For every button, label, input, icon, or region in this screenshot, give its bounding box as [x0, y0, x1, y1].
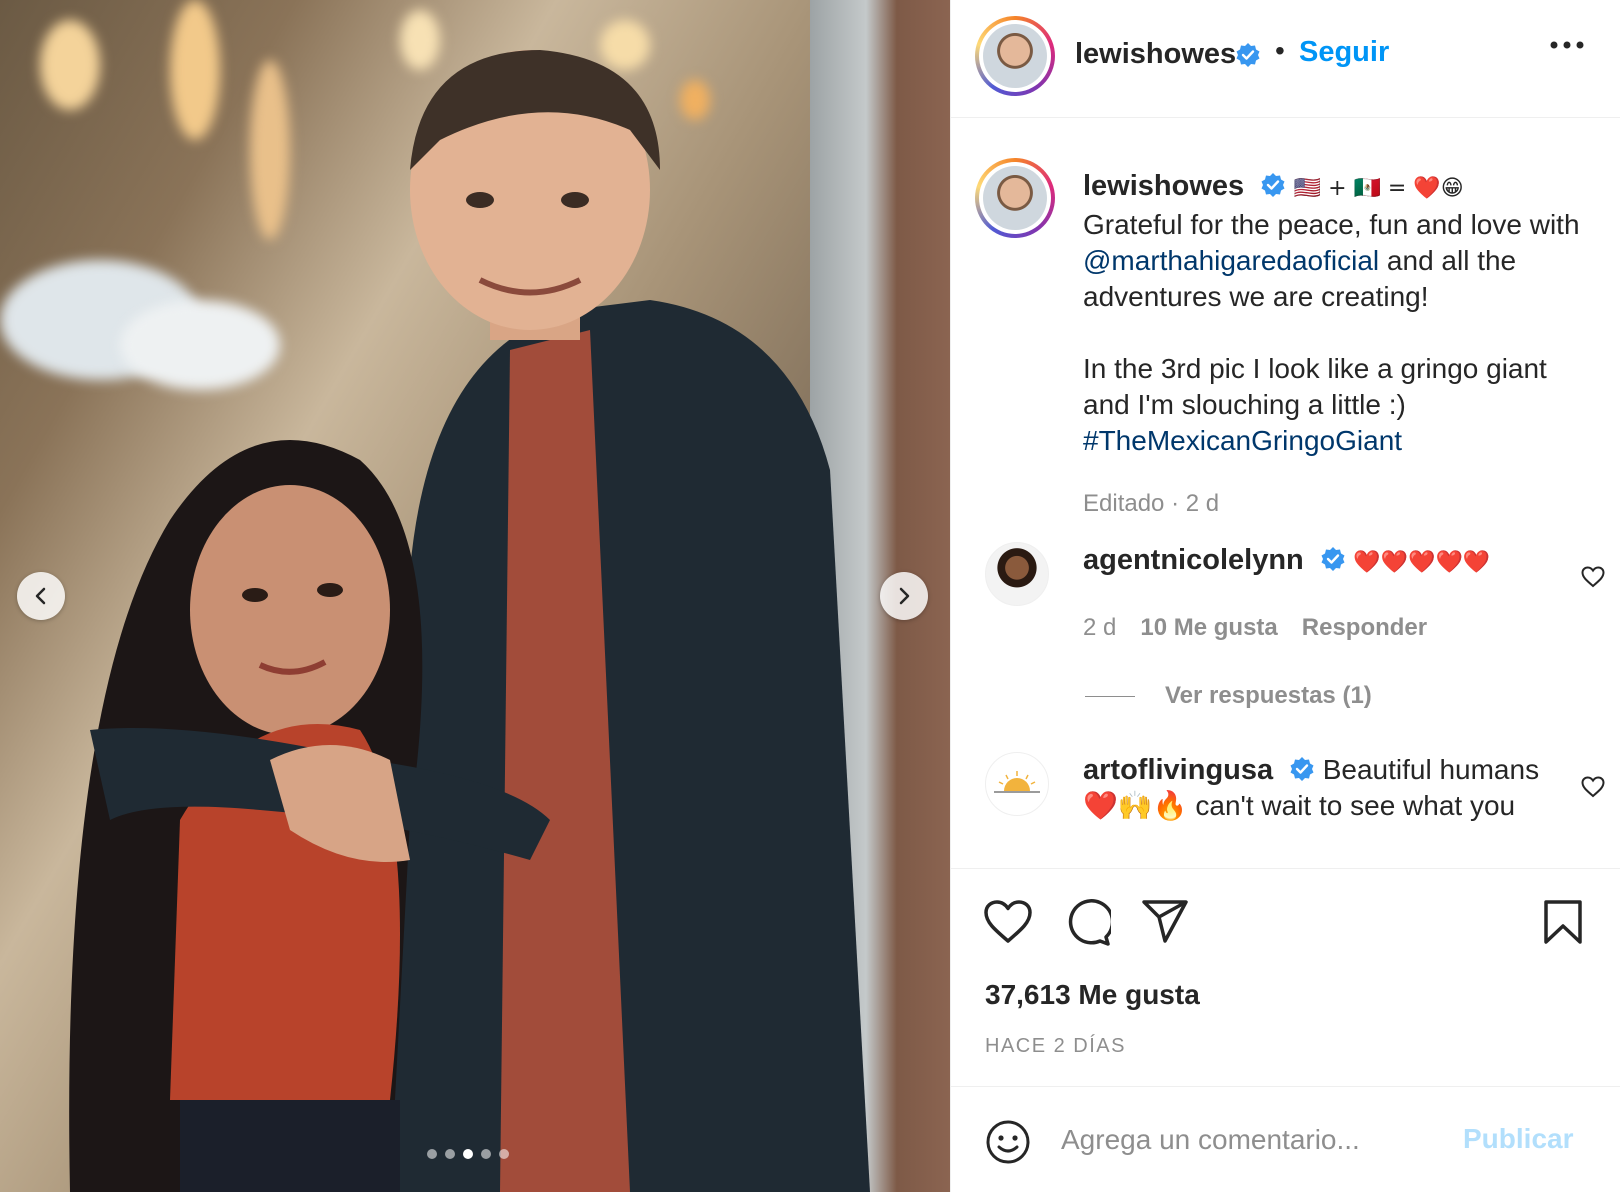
share-icon[interactable] — [1141, 899, 1189, 945]
sun-logo-icon — [994, 771, 1040, 793]
post-timestamp: HACE 2 DÍAS — [985, 1035, 1126, 1057]
post-actions: 37,613 Me gusta HACE 2 DÍAS — [951, 868, 1620, 1086]
carousel-dot — [445, 1149, 455, 1159]
verified-badge-icon — [1261, 172, 1285, 197]
author-avatar[interactable] — [975, 16, 1055, 96]
comment-likes-count[interactable]: 10 Me gusta — [1140, 614, 1277, 642]
verified-badge-icon — [1290, 756, 1314, 781]
comment-time: 2 d — [1083, 614, 1117, 641]
caption-username[interactable]: lewishowes — [1083, 170, 1244, 202]
comment-input[interactable] — [1061, 1115, 1461, 1165]
post-photo[interactable] — [0, 0, 950, 1192]
comment-body: artoflivingusa Beautiful humans ❤️🙌🔥 can… — [1083, 752, 1553, 824]
author-username[interactable]: lewishowes — [1075, 38, 1236, 71]
heart-icon[interactable] — [1581, 776, 1605, 798]
commenter-username[interactable]: artoflivingusa — [1083, 754, 1273, 786]
view-replies-label: Ver respuestas (1) — [1165, 682, 1372, 709]
woman-figure — [69, 440, 550, 1192]
follow-button[interactable]: Seguir — [1299, 36, 1389, 69]
publish-button[interactable]: Publicar — [1463, 1123, 1573, 1155]
commenter-username[interactable]: agentnicolelynn — [1083, 544, 1304, 576]
more-options-icon[interactable] — [1549, 40, 1585, 50]
previous-photo-button[interactable] — [17, 572, 65, 620]
caption-emojis: 🇺🇸 + 🇲🇽 = ❤️😁 — [1293, 176, 1464, 201]
comment-icon[interactable] — [1063, 899, 1111, 947]
commenter-avatar[interactable] — [985, 542, 1049, 606]
caption-line: In the 3rd pic I look like a gringo gian… — [1083, 353, 1547, 420]
likes-count[interactable]: 37,613 Me gusta — [985, 979, 1200, 1011]
comment-text: ❤️❤️❤️❤️❤️ — [1353, 550, 1491, 575]
hashtag-link[interactable]: #TheMexicanGringoGiant — [1083, 425, 1402, 456]
mention-link[interactable]: @marthahigaredaoficial — [1083, 245, 1379, 276]
carousel-dot-active — [463, 1149, 473, 1159]
verified-badge-icon — [1236, 43, 1260, 67]
reply-button[interactable]: Responder — [1302, 614, 1427, 642]
chevron-right-icon — [899, 587, 910, 605]
chevron-left-icon — [35, 587, 46, 605]
post-header: lewishowes • Seguir — [951, 0, 1620, 118]
post-side-panel: lewishowes • Seguir lewishowes 🇺🇸 + 🇲🇽 =… — [950, 0, 1620, 1192]
caption-author-avatar[interactable] — [975, 158, 1055, 238]
next-photo-button[interactable] — [880, 572, 928, 620]
carousel-dot — [499, 1149, 509, 1159]
comment-composer: Publicar — [951, 1086, 1620, 1192]
comment-meta: 2 d 10 Me gusta Responder — [1083, 614, 1427, 642]
view-replies-button[interactable]: Ver respuestas (1) — [1085, 682, 1372, 710]
post-viewer: lewishowes • Seguir lewishowes 🇺🇸 + 🇲🇽 =… — [0, 0, 1620, 1192]
caption-line: Grateful for the peace, fun and love wit… — [1083, 209, 1580, 240]
heart-icon[interactable] — [1581, 566, 1605, 588]
header-separator: • — [1275, 35, 1285, 66]
heart-icon[interactable] — [983, 899, 1033, 945]
bookmark-icon[interactable] — [1543, 899, 1583, 945]
carousel-indicator — [427, 1149, 509, 1159]
caption-meta: Editado · 2 d — [1083, 490, 1220, 517]
comments-list[interactable]: lewishowes 🇺🇸 + 🇲🇽 = ❤️😁 Grateful for th… — [951, 118, 1620, 868]
comment-body: agentnicolelynn ❤️❤️❤️❤️❤️ — [1083, 542, 1553, 581]
caption-text: lewishowes 🇺🇸 + 🇲🇽 = ❤️😁 Grateful for th… — [1083, 168, 1593, 459]
emoji-icon[interactable] — [985, 1119, 1031, 1165]
replies-divider — [1085, 695, 1135, 697]
carousel-dot — [427, 1149, 437, 1159]
verified-badge-icon — [1321, 546, 1345, 571]
carousel-dot — [481, 1149, 491, 1159]
commenter-avatar[interactable] — [985, 752, 1049, 816]
